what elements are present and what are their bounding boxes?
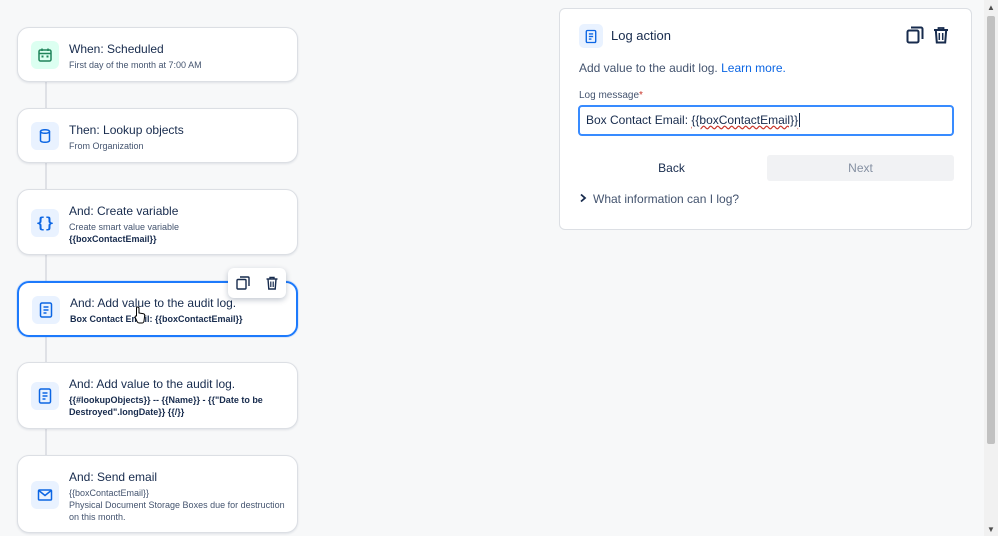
rule-subtitle: {{#lookupObjects}} -- {{Name}} - {{"Date… bbox=[69, 394, 287, 418]
rule-subtitle-variable: {{boxContactEmail}} bbox=[69, 234, 157, 244]
rule-title: And: Add value to the audit log. bbox=[70, 296, 237, 310]
panel-actions bbox=[905, 25, 951, 45]
rule-title: Then: Lookup objects bbox=[69, 123, 184, 137]
scroll-thumb[interactable] bbox=[987, 16, 995, 444]
rule-card-trigger[interactable]: When: Scheduled First day of the month a… bbox=[17, 27, 298, 82]
log-icon bbox=[32, 296, 60, 324]
mouse-cursor-icon bbox=[134, 306, 146, 324]
back-button[interactable]: Back bbox=[578, 155, 765, 181]
log-icon bbox=[31, 382, 59, 410]
disclosure-label: What information can I log? bbox=[593, 192, 740, 206]
rule-subtitle: Create smart value variable {{boxContact… bbox=[69, 221, 287, 245]
panel-description: Add value to the audit log. Learn more. bbox=[579, 61, 786, 75]
rule-connector bbox=[45, 80, 47, 110]
trash-icon[interactable] bbox=[261, 272, 283, 294]
rule-card-create-variable[interactable]: {} And: Create variable Create smart val… bbox=[17, 189, 298, 255]
rule-card-lookup-objects[interactable]: Then: Lookup objects From Organization bbox=[17, 108, 298, 163]
rule-title: And: Create variable bbox=[69, 204, 179, 218]
email-recipient: {{boxContactEmail}} bbox=[69, 488, 150, 498]
card-hover-toolbar bbox=[228, 268, 286, 298]
log-message-label: Log message* bbox=[579, 90, 643, 101]
log-message-token: {{boxContactEmail}} bbox=[691, 113, 799, 127]
text-caret bbox=[799, 113, 801, 127]
rule-title: And: Send email bbox=[69, 470, 158, 484]
rule-card-send-email[interactable]: And: Send email {{boxContactEmail}} Phys… bbox=[17, 455, 298, 533]
rule-title: And: Add value to the audit log. bbox=[69, 377, 236, 391]
rule-connector bbox=[45, 427, 47, 457]
rule-title: When: Scheduled bbox=[69, 42, 164, 56]
next-button[interactable]: Next bbox=[767, 155, 954, 181]
learn-more-link[interactable]: Learn more. bbox=[721, 61, 786, 75]
vertical-scrollbar[interactable]: ▲ ▼ bbox=[984, 0, 998, 536]
duplicate-icon[interactable] bbox=[905, 25, 925, 45]
description-text: Add value to the audit log. bbox=[579, 61, 718, 75]
trash-icon[interactable] bbox=[931, 25, 951, 45]
log-message-label-text: Log message bbox=[579, 90, 640, 101]
email-subject: Physical Document Storage Boxes due for … bbox=[69, 500, 285, 522]
panel-title: Log action bbox=[611, 28, 671, 43]
rule-subtitle-text: Create smart value variable bbox=[69, 222, 180, 232]
rule-subtitle: First day of the month at 7:00 AM bbox=[69, 60, 202, 70]
required-indicator: * bbox=[639, 90, 643, 101]
chevron-right-icon bbox=[579, 192, 587, 206]
rule-connector bbox=[45, 336, 47, 364]
braces-icon: {} bbox=[31, 209, 59, 237]
rule-subtitle: {{boxContactEmail}} Physical Document St… bbox=[69, 487, 287, 523]
log-action-panel: Log action Add value to the audit log. L… bbox=[559, 8, 972, 230]
log-icon bbox=[579, 24, 603, 48]
log-message-prefix: Box Contact Email: bbox=[586, 113, 692, 127]
rule-card-log-action[interactable]: And: Add value to the audit log. {{#look… bbox=[17, 362, 298, 429]
rule-subtitle-message: {{#lookupObjects}} -- {{Name}} - {{"Date… bbox=[69, 395, 263, 417]
scroll-down-arrow-icon[interactable]: ▼ bbox=[984, 522, 998, 536]
duplicate-icon[interactable] bbox=[232, 272, 254, 294]
database-icon bbox=[31, 122, 59, 150]
log-message-input[interactable]: Box Contact Email: {{boxContactEmail}} bbox=[578, 105, 954, 136]
rule-subtitle: Box Contact Email: {{boxContactEmail}} bbox=[70, 313, 286, 325]
rule-subtitle: From Organization bbox=[69, 141, 144, 151]
calendar-icon bbox=[31, 41, 59, 69]
what-can-i-log-toggle[interactable]: What information can I log? bbox=[579, 192, 739, 206]
rule-subtitle-message: Box Contact Email: {{boxContactEmail}} bbox=[70, 314, 243, 324]
rule-connector bbox=[45, 254, 47, 284]
scroll-up-arrow-icon[interactable]: ▲ bbox=[984, 0, 998, 14]
mail-icon bbox=[31, 481, 59, 509]
rule-connector bbox=[45, 161, 47, 191]
